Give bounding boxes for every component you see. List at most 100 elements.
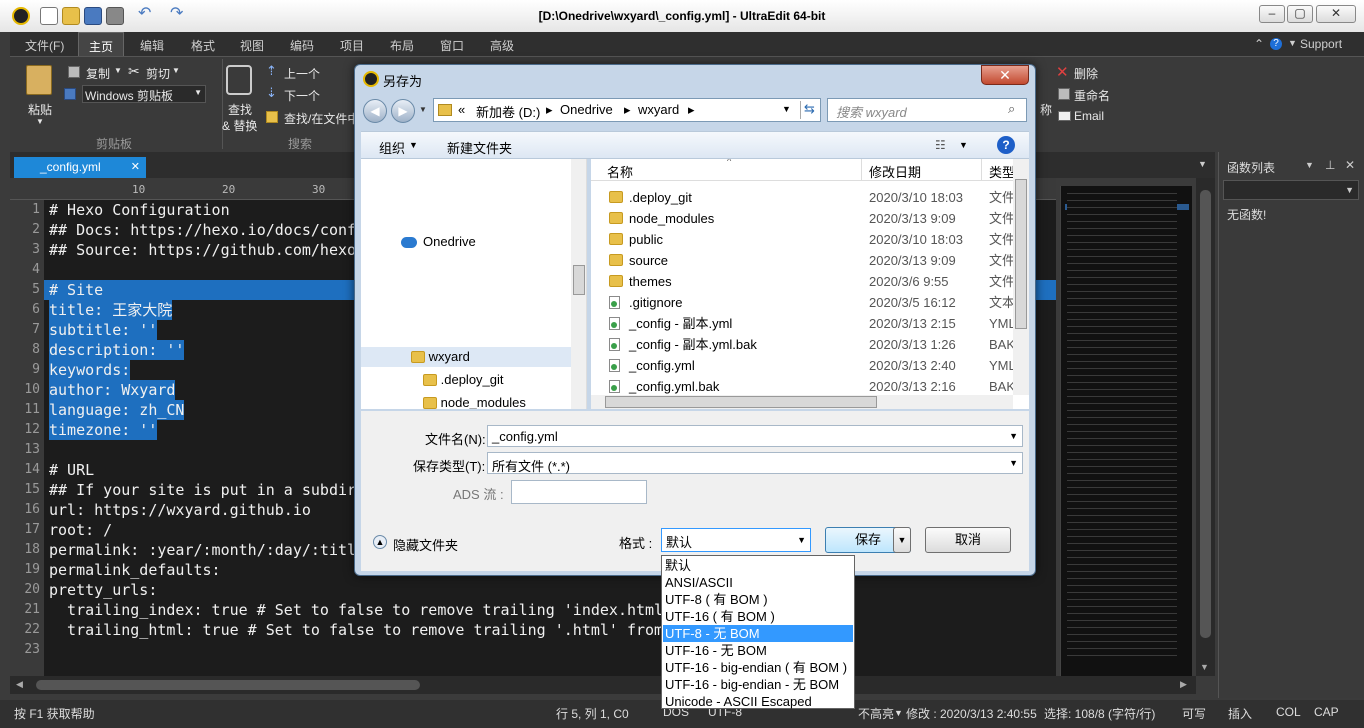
address-dropdown-icon[interactable]: ▼ (782, 104, 791, 114)
col-type[interactable]: 类型 (989, 162, 1015, 181)
save-options-icon[interactable]: ▼ (893, 527, 911, 553)
search-icon[interactable]: ⌕ (1008, 101, 1015, 117)
code-line[interactable]: # URL (49, 460, 94, 480)
format-option[interactable]: 默认 (663, 557, 853, 574)
minimize-button[interactable]: – (1259, 5, 1285, 23)
menu-edit[interactable]: 编辑 (140, 37, 164, 54)
tab-config-yml[interactable]: _config.yml ✕ (14, 157, 146, 178)
menu-encoding[interactable]: 编码 (290, 37, 314, 54)
maximize-button[interactable]: ▢ (1287, 5, 1313, 23)
copy-button[interactable]: 复制 (86, 65, 110, 82)
ribbon-collapse-icon[interactable]: ⌃ (1254, 37, 1264, 51)
cut-dropdown-icon[interactable]: ▼ (172, 66, 180, 75)
help-icon[interactable]: ? (1270, 38, 1282, 50)
file-row[interactable]: _config.yml 2020/3/13 2:40 YML (591, 355, 1016, 376)
code-line[interactable]: trailing_index: true # Set to false to r… (49, 600, 663, 620)
format-option[interactable]: UTF-8 ( 有 BOM ) (663, 591, 853, 608)
file-list-hscroll-thumb[interactable] (605, 396, 877, 408)
breadcrumb-overflow[interactable]: « (458, 102, 465, 117)
binoculars-icon[interactable] (226, 65, 252, 95)
breadcrumb-onedrive[interactable]: Onedrive (560, 102, 613, 117)
cancel-button[interactable]: 取消 (925, 527, 1011, 553)
find-replace-label-1[interactable]: 查找 (228, 101, 252, 118)
menu-window[interactable]: 窗口 (440, 37, 464, 54)
nav-scrollbar[interactable] (571, 159, 586, 409)
code-line[interactable]: author: Wxyard (49, 380, 176, 400)
code-line[interactable]: ## Source: https://github.com/hexo (49, 240, 356, 260)
breadcrumb-drive[interactable]: 新加卷 (D:) (476, 102, 540, 121)
code-line[interactable]: # Site (49, 280, 104, 300)
nav-deploy-git[interactable]: .deploy_git (423, 369, 504, 390)
horizontal-scroll-thumb[interactable] (36, 680, 420, 690)
format-option[interactable]: UTF-16 - big-endian ( 有 BOM ) (663, 659, 853, 676)
forward-button[interactable]: ▶ (391, 99, 415, 123)
minimap[interactable] (1060, 186, 1192, 676)
dialog-close-button[interactable]: ✕ (981, 65, 1029, 85)
status-writable[interactable]: 可写 (1182, 705, 1206, 722)
code-line[interactable]: language: zh_CN (49, 400, 185, 420)
format-option[interactable]: UTF-16 - 无 BOM (663, 642, 853, 659)
scroll-right-icon[interactable]: ▶ (1180, 679, 1187, 690)
view-dropdown-icon[interactable]: ▼ (959, 140, 968, 150)
organize-button[interactable]: 组织 (379, 138, 405, 157)
find-in-files-button[interactable]: 查找/在文件中 (284, 110, 359, 127)
back-button[interactable]: ◀ (363, 99, 387, 123)
format-option[interactable]: Unicode - ASCII Escaped (663, 693, 853, 710)
hide-folders-icon[interactable]: ▲ (373, 535, 387, 549)
vertical-scroll-thumb[interactable] (1200, 190, 1211, 638)
function-filter-select[interactable]: ▼ (1223, 180, 1359, 200)
file-list-scroll-thumb[interactable] (1015, 179, 1027, 329)
close-button[interactable]: ✕ (1316, 5, 1356, 23)
file-row[interactable]: _config - 副本.yml 2020/3/13 2:15 YML (591, 313, 1016, 334)
code-line[interactable]: timezone: '' (49, 420, 158, 440)
col-date[interactable]: 修改日期 (869, 162, 921, 181)
rename-button[interactable]: 重命名 (1074, 87, 1110, 104)
breadcrumb-wxyard[interactable]: wxyard (638, 102, 679, 117)
filetype-select[interactable]: 所有文件 (*.*) ▼ (487, 452, 1023, 474)
paste-dropdown-icon[interactable]: ▼ (36, 117, 44, 126)
file-row[interactable]: .deploy_git 2020/3/10 18:03 文件 (591, 187, 1015, 208)
nav-onedrive[interactable]: Onedrive (423, 231, 476, 252)
file-row[interactable]: _config - 副本.yml.bak 2020/3/13 1:26 BAK (591, 334, 1015, 355)
code-line[interactable]: permalink: :year/:month/:day/:titl (49, 540, 356, 560)
address-bar[interactable]: « 新加卷 (D:) ▸ Onedrive ▸ wxyard ▸ ▼ ⇆ (433, 98, 821, 122)
code-line[interactable]: subtitle: '' (49, 320, 158, 340)
panel-pin-icon[interactable]: ⊥ (1325, 158, 1335, 172)
code-line[interactable]: # Hexo Configuration (49, 200, 230, 220)
format-option[interactable]: UTF-8 - 无 BOM (663, 625, 853, 642)
delete-button[interactable]: 删除 (1074, 65, 1098, 82)
menu-home[interactable]: 主页 (78, 32, 125, 56)
paste-icon[interactable] (26, 65, 52, 95)
format-option[interactable]: UTF-16 ( 有 BOM ) (663, 608, 853, 625)
scroll-left-icon[interactable]: ◀ (16, 679, 23, 690)
clipboard-select[interactable]: Windows 剪贴板 ▼ (82, 85, 206, 103)
tab-close-icon[interactable]: ✕ (131, 160, 140, 173)
code-line[interactable]: url: https://wxyard.github.io (49, 500, 311, 520)
tab-list-dropdown-icon[interactable]: ▼ (1198, 159, 1207, 169)
menu-project[interactable]: 项目 (340, 37, 364, 54)
menu-format[interactable]: 格式 (191, 37, 215, 54)
nav-node-modules[interactable]: node_modules (423, 392, 526, 409)
history-dropdown-icon[interactable]: ▼ (419, 105, 427, 114)
status-column-mode[interactable]: COL (1276, 705, 1301, 719)
file-row[interactable]: source 2020/3/13 9:09 文件 (591, 250, 1015, 271)
search-box[interactable]: 搜索 wxyard ⌕ (827, 98, 1027, 122)
organize-dropdown-icon[interactable]: ▼ (409, 140, 418, 150)
code-line[interactable]: ## Docs: https://hexo.io/docs/conf (49, 220, 356, 240)
code-line[interactable]: trailing_html: true # Set to false to re… (49, 620, 663, 640)
cut-button[interactable]: 剪切 (146, 65, 170, 82)
code-line[interactable]: pretty_urls: (49, 580, 157, 600)
panel-close-icon[interactable]: ✕ (1345, 158, 1355, 172)
filename-input[interactable]: _config.yml ▼ (487, 425, 1023, 447)
email-button[interactable]: Email (1074, 109, 1104, 123)
find-replace-label-2[interactable]: & 替换 (222, 117, 257, 134)
status-highlight[interactable]: 不高亮 (858, 705, 894, 722)
format-option[interactable]: ANSI/ASCII (663, 574, 853, 591)
horizontal-scrollbar[interactable]: ◀ ▶ (10, 676, 1196, 694)
file-list-hscrollbar[interactable] (591, 395, 1013, 409)
file-row[interactable]: themes 2020/3/6 9:55 文件 (591, 271, 1015, 292)
col-name[interactable]: 名称 (607, 162, 633, 181)
find-next-button[interactable]: 下一个 (284, 87, 320, 104)
dialog-help-icon[interactable]: ? (997, 136, 1015, 154)
code-line[interactable]: description: '' (49, 340, 185, 360)
